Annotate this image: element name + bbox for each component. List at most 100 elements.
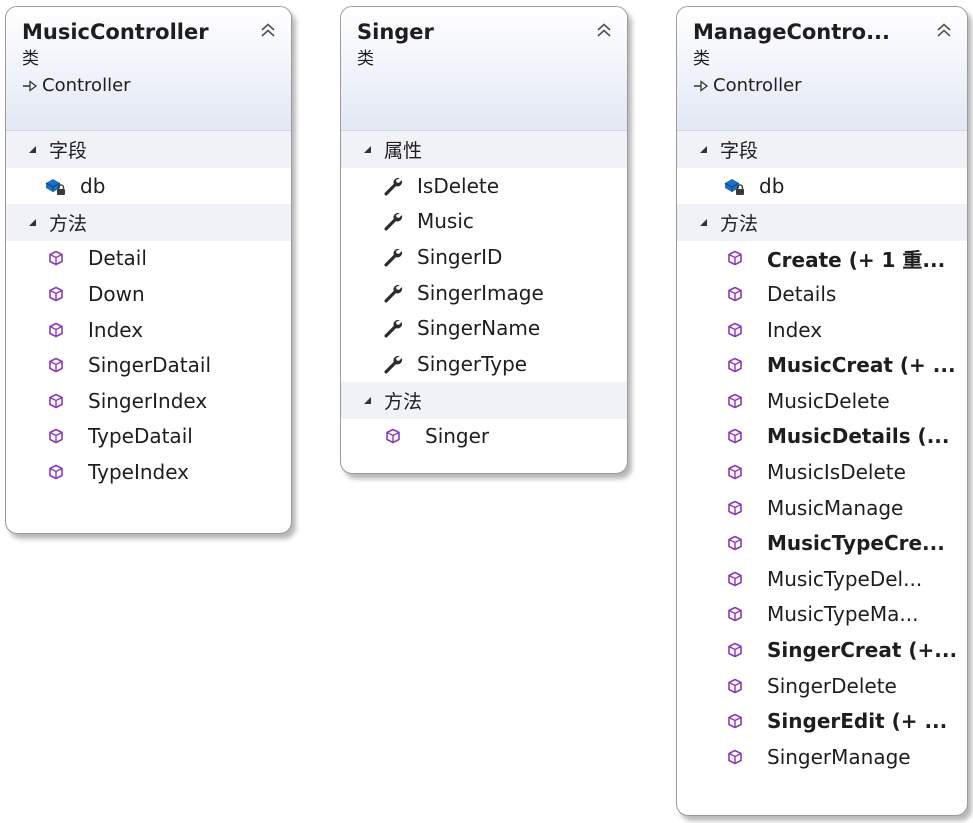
method-cube-icon — [728, 642, 742, 658]
method-cube-icon — [728, 464, 742, 480]
method-cube-icon — [728, 749, 742, 765]
method-item[interactable]: MusicDelete — [677, 383, 967, 419]
property-name: SingerType — [417, 351, 528, 376]
section-label: 方法 — [384, 390, 423, 413]
method-cube-icon — [728, 607, 742, 622]
method-name: MusicIsDelete — [767, 459, 906, 484]
section-label: 字段 — [49, 140, 88, 162]
class-shape[interactable]: Singer 类属性 IsDelete Music SingerID SingerImag… — [340, 6, 628, 474]
expand-triangle-icon — [364, 396, 371, 404]
base-class-name: Controller — [42, 75, 131, 96]
method-item[interactable]: Singer — [341, 419, 627, 455]
method-item[interactable]: SingerIndex — [6, 383, 291, 419]
field-item[interactable]: db — [677, 168, 967, 204]
method-item[interactable]: MusicTypeDel... — [677, 561, 967, 597]
class-header: Singer 类 — [341, 7, 627, 131]
section-header-method[interactable]: 方法 — [6, 203, 291, 241]
wrench-icon — [384, 355, 403, 374]
expand-triangle-icon — [29, 146, 36, 153]
section-header-method[interactable]: 方法 — [341, 381, 627, 419]
method-item[interactable]: MusicDetails (... — [677, 419, 967, 455]
method-item[interactable]: Down — [6, 276, 291, 312]
wrench-icon — [384, 284, 403, 303]
method-item[interactable]: MusicManage — [677, 490, 967, 526]
property-item[interactable]: SingerID — [341, 239, 627, 275]
class-header: MusicController 类 Controller — [6, 7, 291, 131]
method-cube-icon — [49, 393, 63, 409]
method-item[interactable]: MusicTypeCre... — [677, 525, 967, 561]
field-icon — [45, 178, 65, 195]
method-name: SingerIndex — [88, 388, 208, 413]
property-item[interactable]: SingerImage — [341, 275, 627, 311]
method-item[interactable]: Index — [6, 312, 291, 348]
method-cube-icon — [386, 429, 400, 444]
class-title: Singer — [357, 20, 434, 44]
class-stereotype: 类 — [357, 49, 374, 69]
wrench-icon — [384, 213, 403, 231]
base-class: Controller — [693, 73, 967, 99]
method-cube-icon — [728, 322, 742, 337]
method-item[interactable]: MusicIsDelete — [677, 454, 967, 490]
method-cube-icon — [728, 500, 742, 515]
method-item[interactable]: TypeDatail — [6, 419, 291, 455]
method-name: SingerCreat (+... — [767, 637, 958, 662]
method-name: SingerEdit (+ ... — [767, 709, 948, 734]
property-item[interactable]: Music — [341, 204, 627, 240]
section-header-field[interactable]: 字段 — [677, 131, 967, 168]
method-name: Index — [767, 317, 823, 342]
property-name: SingerImage — [417, 280, 544, 305]
method-name: MusicTypeCre... — [767, 531, 945, 556]
method-item[interactable]: Create (+ 1 重... — [677, 241, 967, 277]
method-cube-icon — [49, 251, 63, 266]
field-icon — [724, 178, 744, 195]
section-header-method[interactable]: 方法 — [677, 203, 967, 241]
method-item[interactable]: SingerCreat (+... — [677, 632, 967, 668]
section-label: 方法 — [720, 212, 759, 235]
method-name: SingerManage — [767, 744, 911, 769]
class-shape[interactable]: ManageContro... 类 Controller 字段 db 方法 Create (… — [676, 6, 968, 816]
class-shape[interactable]: MusicController 类 Controller 字段 db 方法 Detail Do… — [5, 6, 292, 534]
expand-triangle-icon — [29, 218, 36, 226]
method-name: Down — [88, 281, 145, 306]
method-name: Index — [88, 317, 144, 342]
method-name: SingerDelete — [767, 673, 897, 698]
method-item[interactable]: SingerDatail — [6, 347, 291, 383]
method-item[interactable]: SingerDelete — [677, 668, 967, 704]
method-cube-icon — [728, 357, 742, 373]
class-stereotype: 类 — [693, 49, 710, 69]
method-name: SingerDatail — [88, 353, 212, 378]
method-cube-icon — [49, 429, 63, 444]
section-header-field[interactable]: 字段 — [6, 131, 291, 168]
field-name: db — [80, 173, 106, 198]
method-name: MusicManage — [767, 495, 904, 520]
method-item[interactable]: SingerManage — [677, 739, 967, 775]
method-item[interactable]: Details — [677, 276, 967, 312]
collapse-chevron-icon — [261, 23, 275, 37]
method-cube-icon — [49, 357, 63, 373]
method-item[interactable]: SingerEdit (+ ... — [677, 703, 967, 739]
method-item[interactable]: Detail — [6, 241, 291, 277]
section-header-property[interactable]: 属性 — [341, 131, 627, 168]
method-item[interactable]: MusicCreat (+ ... — [677, 347, 967, 383]
method-name: Detail — [88, 246, 147, 271]
base-class: Controller — [22, 73, 291, 99]
method-name: MusicDetails (... — [767, 424, 950, 449]
property-item[interactable]: SingerName — [341, 310, 627, 346]
method-item[interactable]: TypeIndex — [6, 454, 291, 490]
method-name: Details — [767, 281, 837, 306]
method-cube-icon — [49, 322, 63, 337]
property-item[interactable]: IsDelete — [341, 168, 627, 204]
method-item[interactable]: MusicTypeMa... — [677, 597, 967, 633]
property-name: Music — [417, 209, 474, 234]
inherits-arrow-icon — [694, 80, 709, 92]
method-cube-icon — [49, 464, 63, 480]
method-item[interactable]: Index — [677, 312, 967, 348]
method-name: MusicTypeDel... — [767, 566, 923, 591]
method-name: MusicDelete — [767, 388, 890, 413]
section-label: 属性 — [384, 140, 423, 162]
class-title: MusicController — [22, 20, 209, 44]
method-name: Singer — [425, 424, 490, 449]
class-stereotype: 类 — [22, 49, 39, 69]
property-item[interactable]: SingerType — [341, 346, 627, 382]
field-item[interactable]: db — [6, 168, 291, 204]
